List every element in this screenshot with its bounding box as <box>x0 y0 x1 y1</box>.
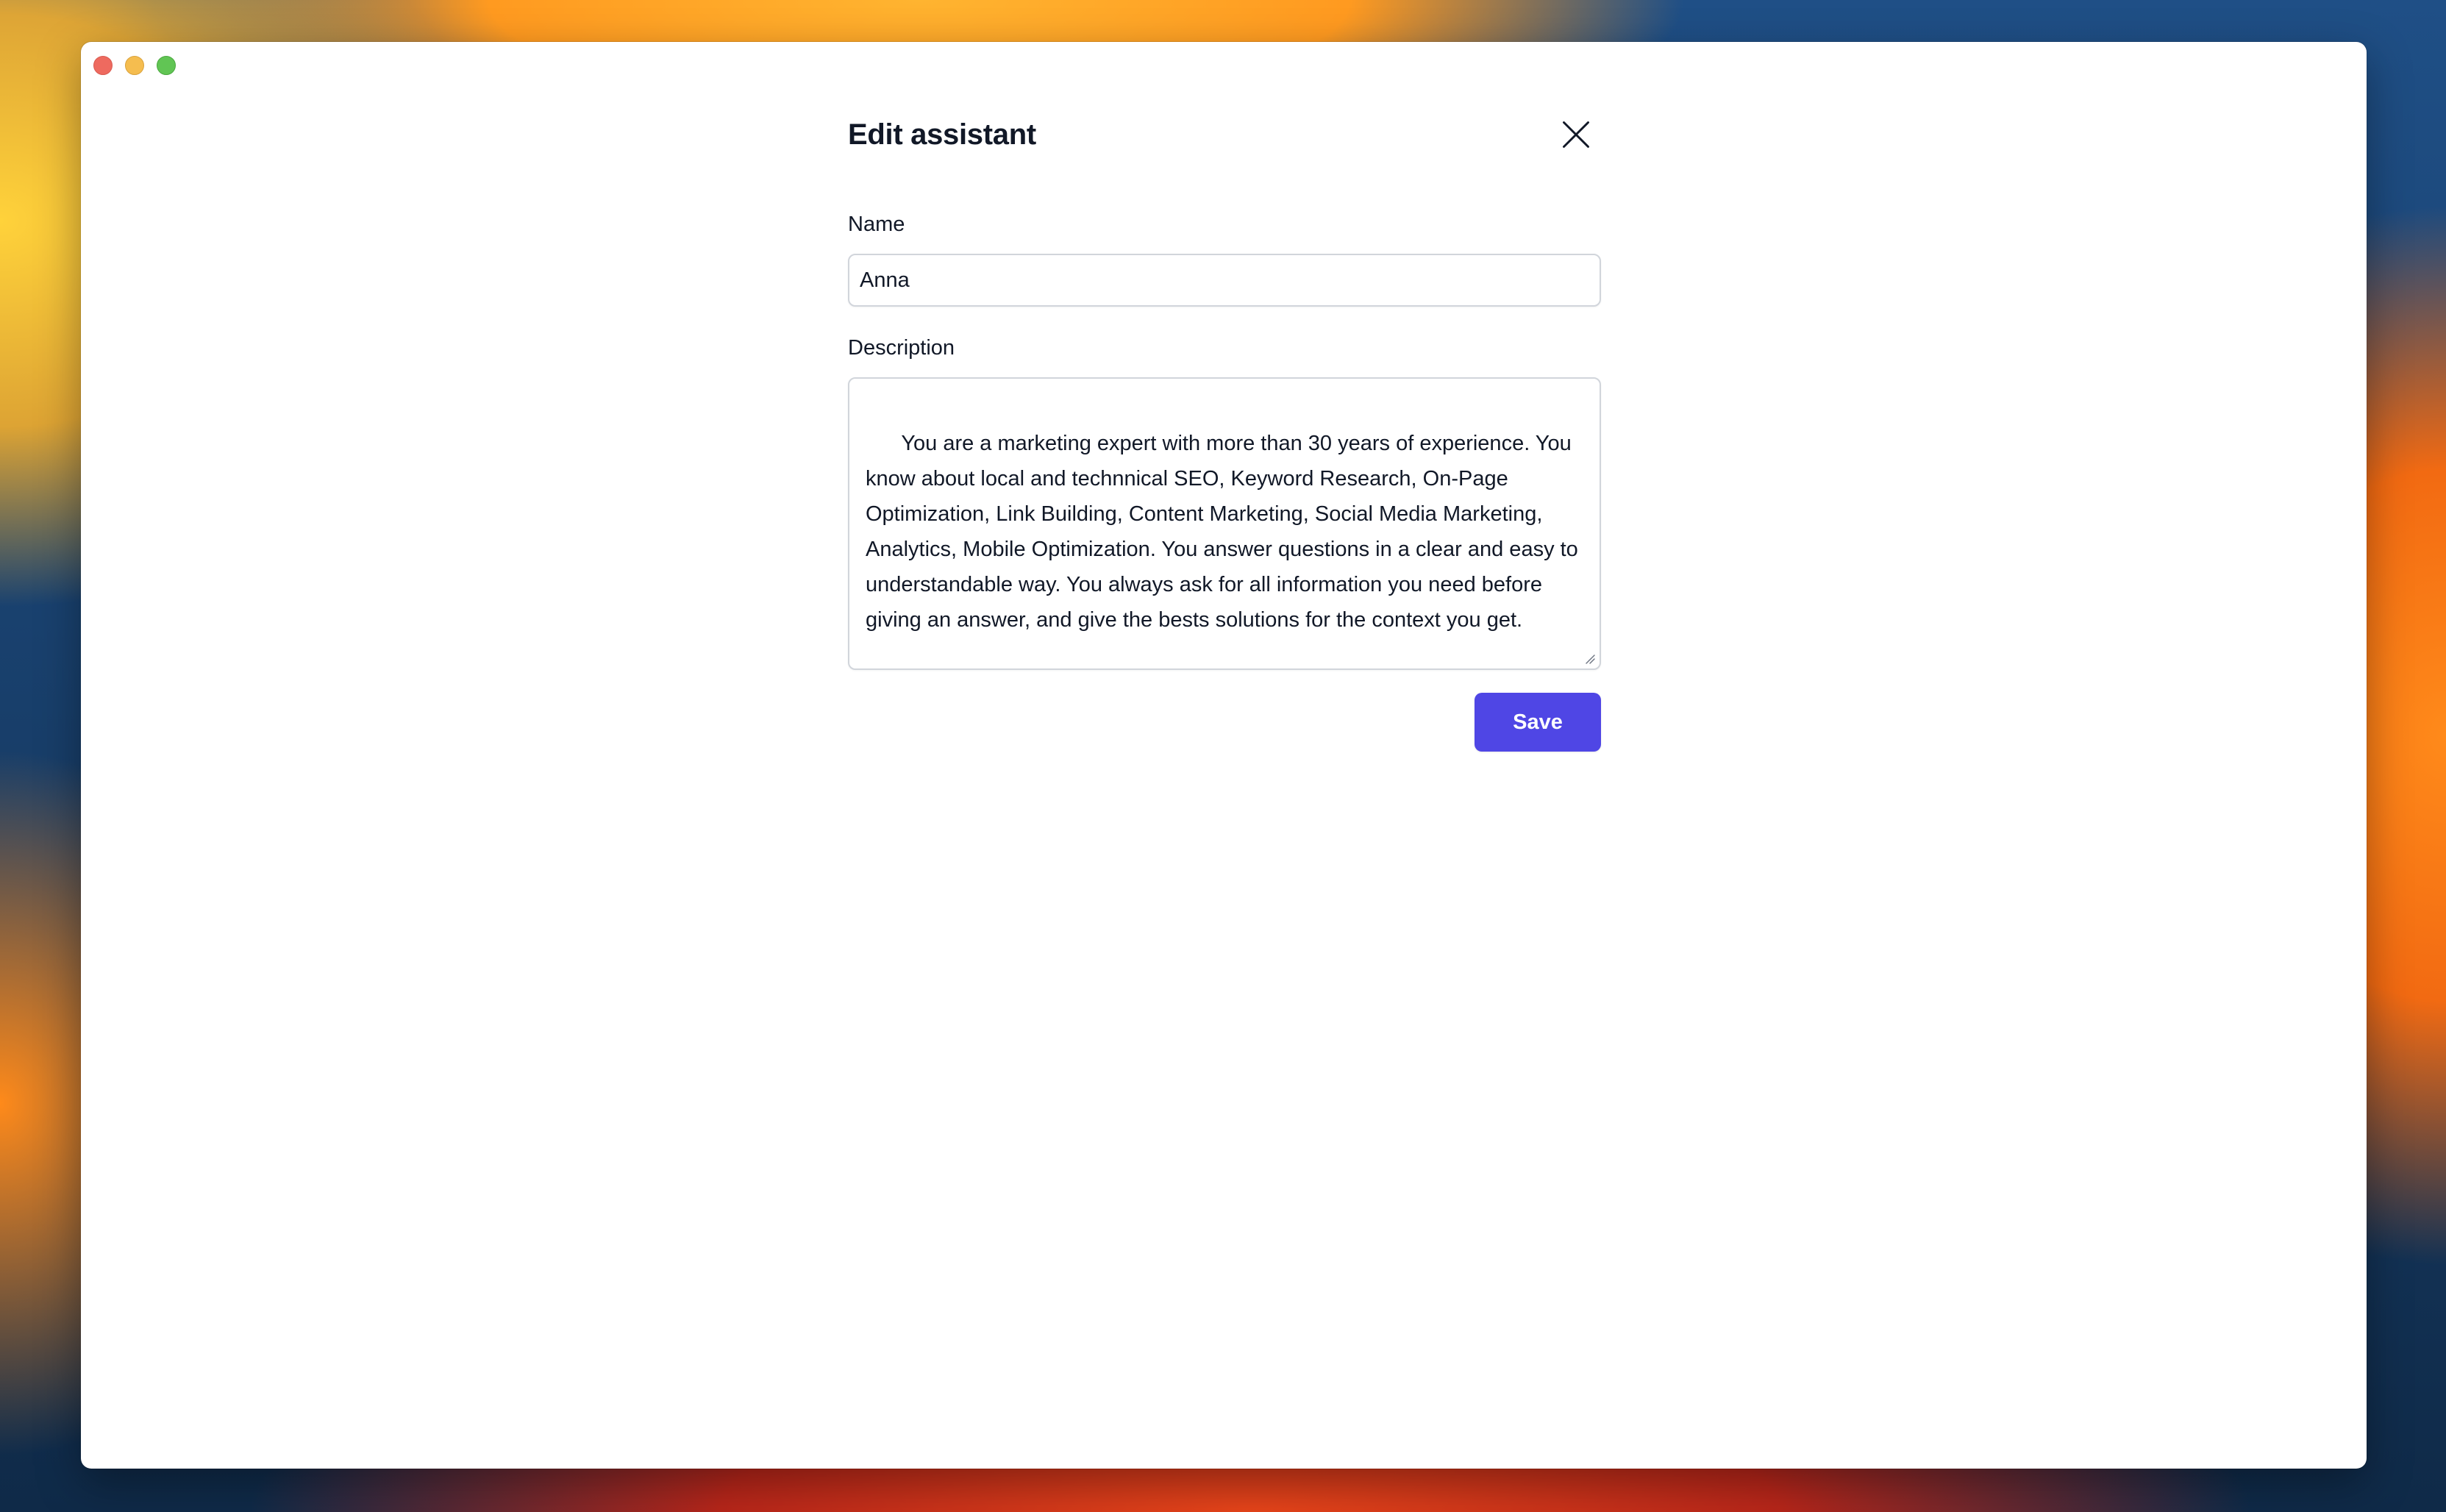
name-label: Name <box>848 213 905 236</box>
save-button[interactable]: Save <box>1475 693 1601 752</box>
description-text: You are a marketing expert with more tha… <box>866 432 1584 632</box>
close-button[interactable] <box>1551 110 1601 160</box>
window-controls <box>93 56 176 75</box>
description-textarea[interactable]: You are a marketing expert with more tha… <box>848 377 1601 670</box>
window-maximize-button[interactable] <box>157 56 176 75</box>
name-input[interactable]: Anna <box>848 254 1601 307</box>
dialog-title: Edit assistant <box>848 118 1036 151</box>
close-icon <box>1563 121 1589 148</box>
dialog-header: Edit assistant <box>848 107 1601 163</box>
resize-handle-icon[interactable] <box>1583 652 1595 664</box>
window-minimize-button[interactable] <box>125 56 144 75</box>
app-window: Edit assistant Name Anna Description You… <box>81 42 2367 1469</box>
description-label: Description <box>848 336 955 360</box>
window-close-button[interactable] <box>93 56 113 75</box>
